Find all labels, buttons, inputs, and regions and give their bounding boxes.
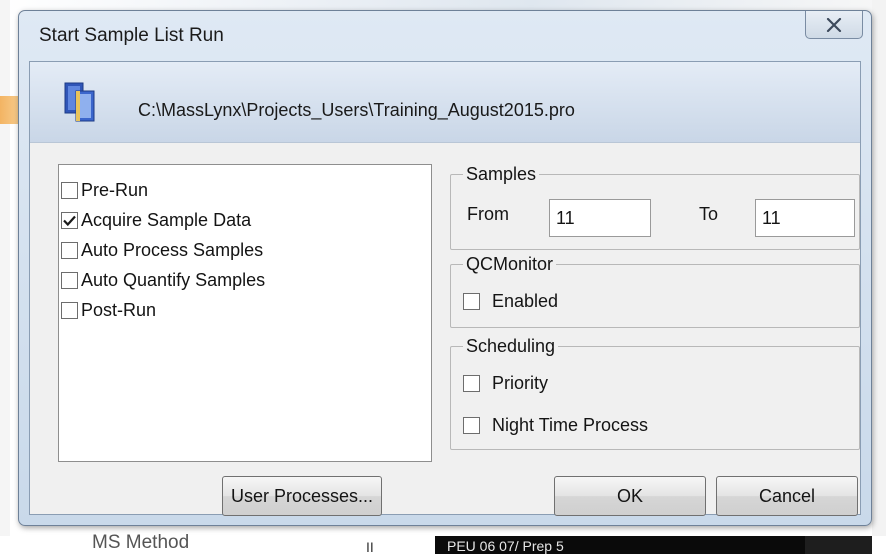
scheduling-group-title: Scheduling [463, 335, 559, 357]
option-auto-process-samples[interactable]: Auto Process Samples [59, 235, 431, 265]
qcmonitor-enabled-checkbox[interactable] [463, 292, 480, 310]
project-banner: C:\MassLynx\Projects_Users\Training_Augu… [30, 62, 860, 143]
ok-button[interactable]: OK [554, 476, 706, 516]
background-window-left [0, 0, 10, 554]
background-list-row-end [805, 536, 872, 554]
priority-option[interactable]: Priority [463, 373, 548, 393]
option-pre-run[interactable]: Pre-Run [59, 175, 431, 205]
dialog-client-area: C:\MassLynx\Projects_Users\Training_Augu… [29, 61, 861, 516]
background-column-mark: II [366, 539, 374, 554]
night-time-process-label: Night Time Process [492, 415, 649, 435]
qcmonitor-enabled-option[interactable]: Enabled [463, 291, 558, 311]
project-path: C:\MassLynx\Projects_Users\Training_Augu… [138, 100, 575, 120]
samples-group: Samples From To [450, 163, 860, 250]
close-icon [826, 17, 842, 32]
background-window-right [872, 0, 886, 554]
dialog-title: Start Sample List Run [39, 25, 224, 46]
cancel-button[interactable]: Cancel [716, 476, 858, 516]
post-run-checkbox[interactable] [61, 301, 78, 319]
option-label: Acquire Sample Data [81, 210, 252, 230]
option-acquire-sample-data[interactable]: Acquire Sample Data [59, 205, 431, 235]
auto-quantify-samples-checkbox[interactable] [61, 271, 78, 289]
option-label: Auto Quantify Samples [81, 270, 266, 290]
priority-label: Priority [492, 373, 549, 393]
night-time-process-option[interactable]: Night Time Process [463, 415, 648, 435]
auto-process-samples-checkbox[interactable] [61, 241, 78, 259]
priority-checkbox[interactable] [463, 374, 480, 392]
to-label: To [699, 204, 719, 224]
option-label: Auto Process Samples [81, 240, 264, 260]
night-time-process-checkbox[interactable] [463, 416, 480, 434]
close-button[interactable] [805, 11, 863, 39]
from-sample-input[interactable] [549, 199, 651, 237]
scheduling-group: Scheduling Priority Night Time Process [450, 335, 860, 450]
project-icon [64, 82, 95, 122]
qcmonitor-group: QCMonitor Enabled [450, 253, 860, 328]
checkmark-icon [63, 215, 76, 226]
option-label: Pre-Run [81, 180, 149, 200]
start-sample-list-run-dialog: Start Sample List Run C:\MassLynx\Projec… [18, 10, 872, 526]
qcmonitor-group-title: QCMonitor [463, 253, 557, 275]
samples-group-title: Samples [463, 163, 540, 185]
acquire-sample-data-checkbox[interactable] [61, 211, 78, 229]
user-processes-button[interactable]: User Processes... [222, 476, 382, 516]
to-sample-input[interactable] [755, 199, 855, 237]
option-auto-quantify-samples[interactable]: Auto Quantify Samples [59, 265, 431, 295]
background-ms-method-label: MS Method [92, 532, 190, 553]
option-label: Post-Run [81, 300, 157, 320]
from-label: From [467, 204, 509, 224]
run-options-list: Pre-Run Acquire Sample Data Auto Process… [58, 164, 432, 462]
option-post-run[interactable]: Post-Run [59, 295, 431, 325]
background-list-row: PEU 06 07/ Prep 5 [435, 536, 805, 554]
pre-run-checkbox[interactable] [61, 181, 78, 199]
qcmonitor-enabled-label: Enabled [492, 291, 559, 311]
